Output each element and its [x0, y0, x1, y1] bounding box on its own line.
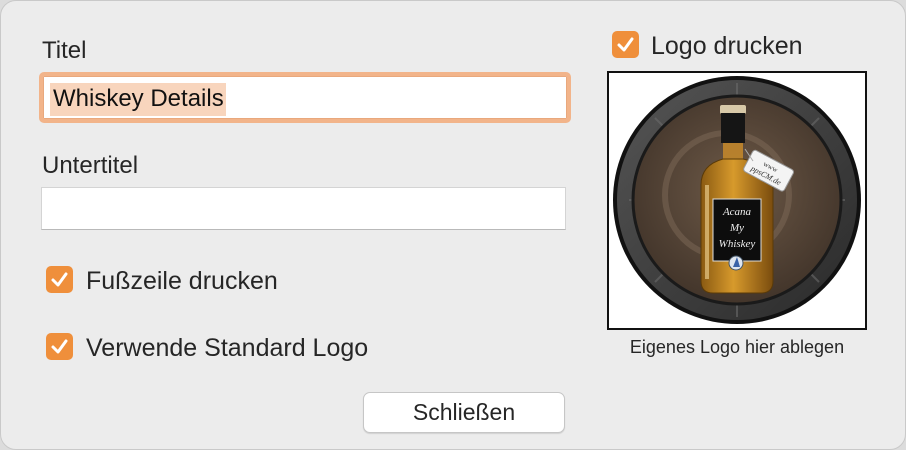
logo-drop-caption: Eigenes Logo hier ablegen — [629, 337, 845, 357]
close-button[interactable]: Schließen — [363, 392, 565, 433]
standard-logo-checkbox[interactable] — [46, 333, 73, 360]
print-logo-checkbox[interactable] — [612, 31, 639, 58]
footer-checkbox[interactable] — [46, 266, 73, 293]
checkmark-icon — [51, 272, 68, 287]
bottle-label-line-2: My — [729, 222, 744, 234]
bottle-label-line-3: Whiskey — [719, 238, 756, 250]
whiskey-bottle-logo: Acana My Whiskey www ppsCM.de — [613, 76, 861, 324]
footer-checkbox-label[interactable]: Fußzeile drucken — [86, 267, 278, 296]
checkmark-icon — [617, 37, 634, 52]
subtitle-input[interactable] — [41, 187, 566, 230]
title-input-value: Whiskey Details — [50, 83, 226, 116]
logo-settings-dialog: Titel Whiskey Details Untertitel Fußzeil… — [0, 0, 906, 450]
title-input[interactable]: Whiskey Details — [39, 72, 571, 123]
standard-logo-checkbox-label[interactable]: Verwende Standard Logo — [86, 334, 368, 363]
print-logo-checkbox-label[interactable]: Logo drucken — [651, 32, 803, 61]
bottle-label-line-1: Acana — [722, 206, 752, 218]
title-label: Titel — [42, 37, 87, 64]
subtitle-label: Untertitel — [42, 152, 139, 179]
checkmark-icon — [51, 339, 68, 354]
logo-drop-well[interactable]: Acana My Whiskey www ppsCM.de — [607, 71, 867, 330]
